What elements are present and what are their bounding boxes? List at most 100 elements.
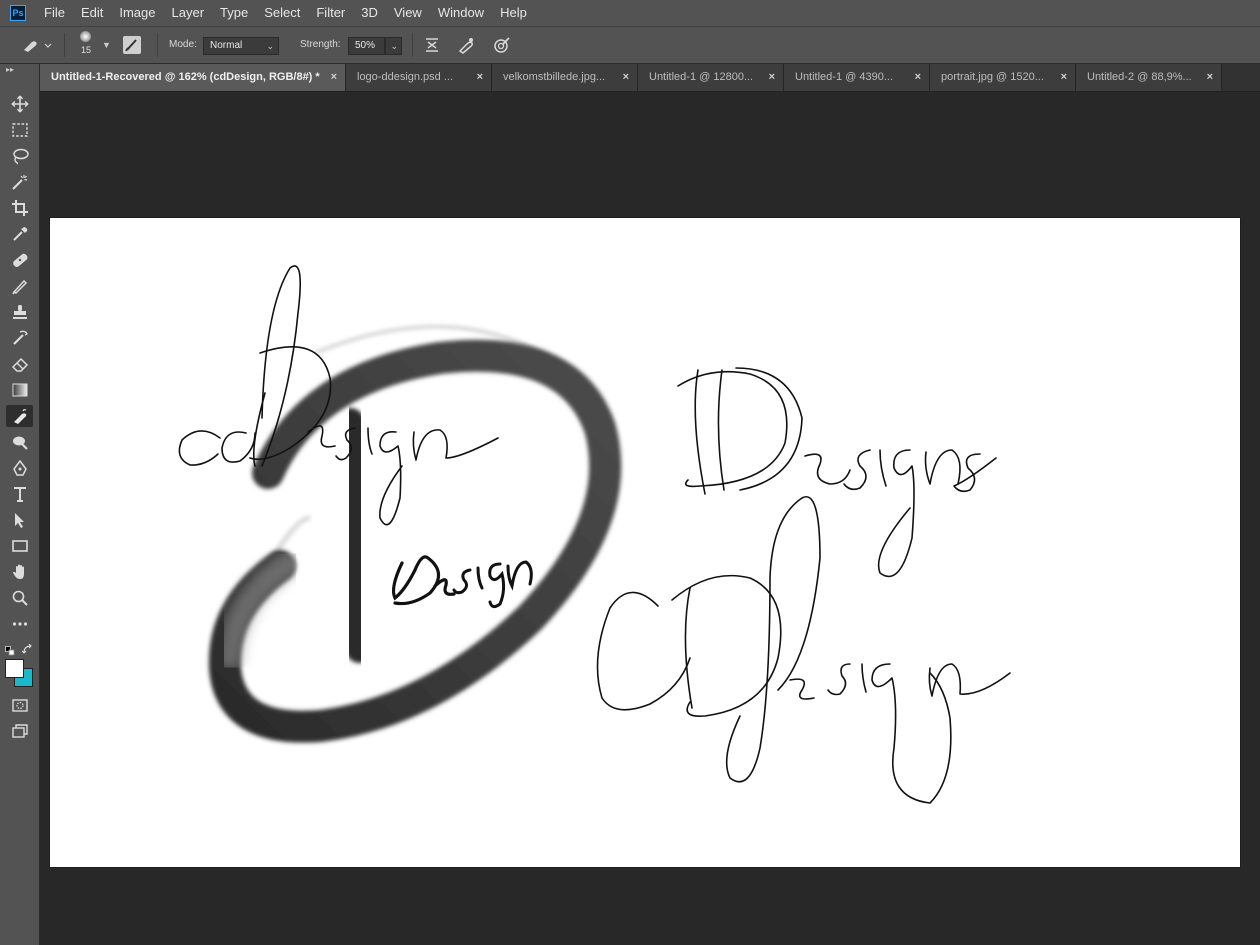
tab-velkomstbillede[interactable]: velkomstbillede.jpg... × (492, 64, 638, 91)
collapse-toolbar-button[interactable]: ▸▸ (6, 65, 14, 74)
eyedropper-icon (12, 227, 27, 241)
clone-stamp-tool[interactable] (6, 301, 33, 323)
edit-toolbar-button[interactable] (6, 613, 33, 635)
menu-file[interactable]: File (36, 0, 73, 26)
chevron-down-icon[interactable]: ▼ (102, 40, 111, 50)
smudge-icon (24, 41, 52, 52)
rectangle-icon (11, 540, 28, 552)
path-selection-tool[interactable] (6, 509, 33, 531)
menu-image[interactable]: Image (111, 0, 163, 26)
marquee-tool[interactable] (6, 119, 33, 141)
zoom-tool[interactable] (6, 587, 33, 609)
mode-label: Mode: (169, 39, 197, 50)
more-tools-icon (12, 622, 27, 626)
menu-3d[interactable]: 3D (353, 0, 386, 26)
menu-layer[interactable]: Layer (164, 0, 213, 26)
path-selection-icon (14, 513, 24, 528)
move-tool[interactable] (6, 93, 33, 115)
foreground-color-swatch[interactable] (5, 659, 24, 678)
tab-untitled-1-4390[interactable]: Untitled-1 @ 4390... × (784, 64, 930, 91)
dodge-icon (12, 436, 28, 450)
crop-icon (11, 200, 28, 216)
menu-select[interactable]: Select (256, 0, 308, 26)
strength-dropdown[interactable]: ⌄ (385, 37, 402, 55)
type-icon (13, 487, 26, 502)
dodge-tool[interactable] (6, 431, 33, 453)
smudge-icon (13, 409, 26, 424)
eyedropper-tool[interactable] (6, 223, 33, 245)
tab-label: logo-ddesign.psd ... (357, 71, 454, 83)
tab-untitled-2[interactable]: Untitled-2 @ 88,9%... × (1076, 64, 1222, 91)
menu-type[interactable]: Type (212, 0, 256, 26)
close-icon[interactable]: × (623, 64, 629, 91)
document-tabs: Untitled-1-Recovered @ 162% (cdDesign, R… (40, 64, 1260, 92)
screen-mode-icon (11, 724, 28, 738)
close-icon[interactable]: × (477, 64, 483, 91)
brush-size: 15 (80, 45, 91, 55)
menu-view[interactable]: View (386, 0, 430, 26)
menu-edit[interactable]: Edit (73, 0, 111, 26)
swap-colors-button[interactable] (21, 642, 33, 660)
strength-label: Strength: (300, 39, 341, 50)
document-workspace[interactable] (40, 92, 1260, 945)
pressure-icon (494, 37, 510, 53)
healing-brush-icon (12, 253, 27, 267)
pressure-button[interactable] (492, 35, 512, 60)
finger-painting-button[interactable] (456, 35, 476, 60)
document-canvas[interactable] (50, 218, 1240, 867)
menu-window[interactable]: Window (430, 0, 492, 26)
tab-label: Untitled-2 @ 88,9%... (1087, 71, 1192, 83)
type-tool[interactable] (6, 483, 33, 505)
zoom-icon (12, 590, 28, 606)
options-bar: 15 ▼ Mode: Normal ⌄ Strength: 50% ⌄ (0, 27, 1260, 64)
tab-label: velkomstbillede.jpg... (503, 71, 606, 83)
close-icon[interactable]: × (769, 64, 775, 91)
brush-tool[interactable] (6, 275, 33, 297)
gradient-tool[interactable] (6, 379, 33, 401)
close-icon[interactable]: × (1207, 64, 1213, 91)
tool-preset-picker[interactable] (20, 35, 52, 60)
tab-logo-ddesign[interactable]: logo-ddesign.psd ... × (346, 64, 492, 91)
marquee-icon (11, 123, 28, 137)
tab-untitled-1-12800[interactable]: Untitled-1 @ 12800... × (638, 64, 784, 91)
clone-stamp-icon (12, 305, 27, 319)
crop-tool[interactable] (6, 197, 33, 219)
strength-input[interactable]: 50% (348, 37, 385, 55)
pen-tool[interactable] (6, 457, 33, 479)
lasso-icon (12, 148, 29, 165)
smudge-tool[interactable] (6, 405, 33, 427)
quick-mask-button[interactable] (6, 694, 33, 716)
tab-untitled-1-recovered[interactable]: Untitled-1-Recovered @ 162% (cdDesign, R… (40, 64, 346, 91)
magic-wand-tool[interactable] (6, 171, 33, 193)
strength-value: 50% (355, 40, 376, 51)
rectangle-tool[interactable] (6, 535, 33, 557)
move-icon (11, 95, 28, 113)
screen-mode-button[interactable] (6, 720, 33, 742)
sample-all-layers-button[interactable] (422, 35, 442, 60)
pen-icon (12, 459, 27, 476)
close-icon[interactable]: × (331, 64, 337, 91)
brush-preset-picker[interactable]: 15 (76, 31, 96, 61)
d-logo-mark (208, 325, 622, 743)
photoshop-logo: Ps (10, 5, 26, 21)
finger-painting-icon (458, 38, 473, 54)
history-brush-tool[interactable] (6, 327, 33, 349)
hand-tool[interactable] (6, 561, 33, 583)
swap-arrows-icon (21, 643, 32, 654)
mode-select[interactable]: Normal ⌄ (203, 37, 279, 55)
lasso-tool[interactable] (6, 145, 33, 167)
quick-mask-icon (11, 699, 28, 712)
close-icon[interactable]: × (1061, 64, 1067, 91)
menu-bar: Ps File Edit Image Layer Type Select Fil… (0, 0, 1260, 27)
tab-label: portrait.jpg @ 1520... (941, 71, 1044, 83)
menu-filter[interactable]: Filter (308, 0, 353, 26)
chevron-down-icon: ⌄ (266, 41, 274, 51)
healing-brush-tool[interactable] (6, 249, 33, 271)
brush-settings-button[interactable] (123, 36, 141, 54)
close-icon[interactable]: × (915, 64, 921, 91)
brush-panel-icon (125, 39, 137, 52)
eraser-tool[interactable] (6, 353, 33, 375)
menu-help[interactable]: Help (492, 0, 535, 26)
magic-wand-icon (11, 175, 27, 190)
tab-portrait[interactable]: portrait.jpg @ 1520... × (930, 64, 1076, 91)
